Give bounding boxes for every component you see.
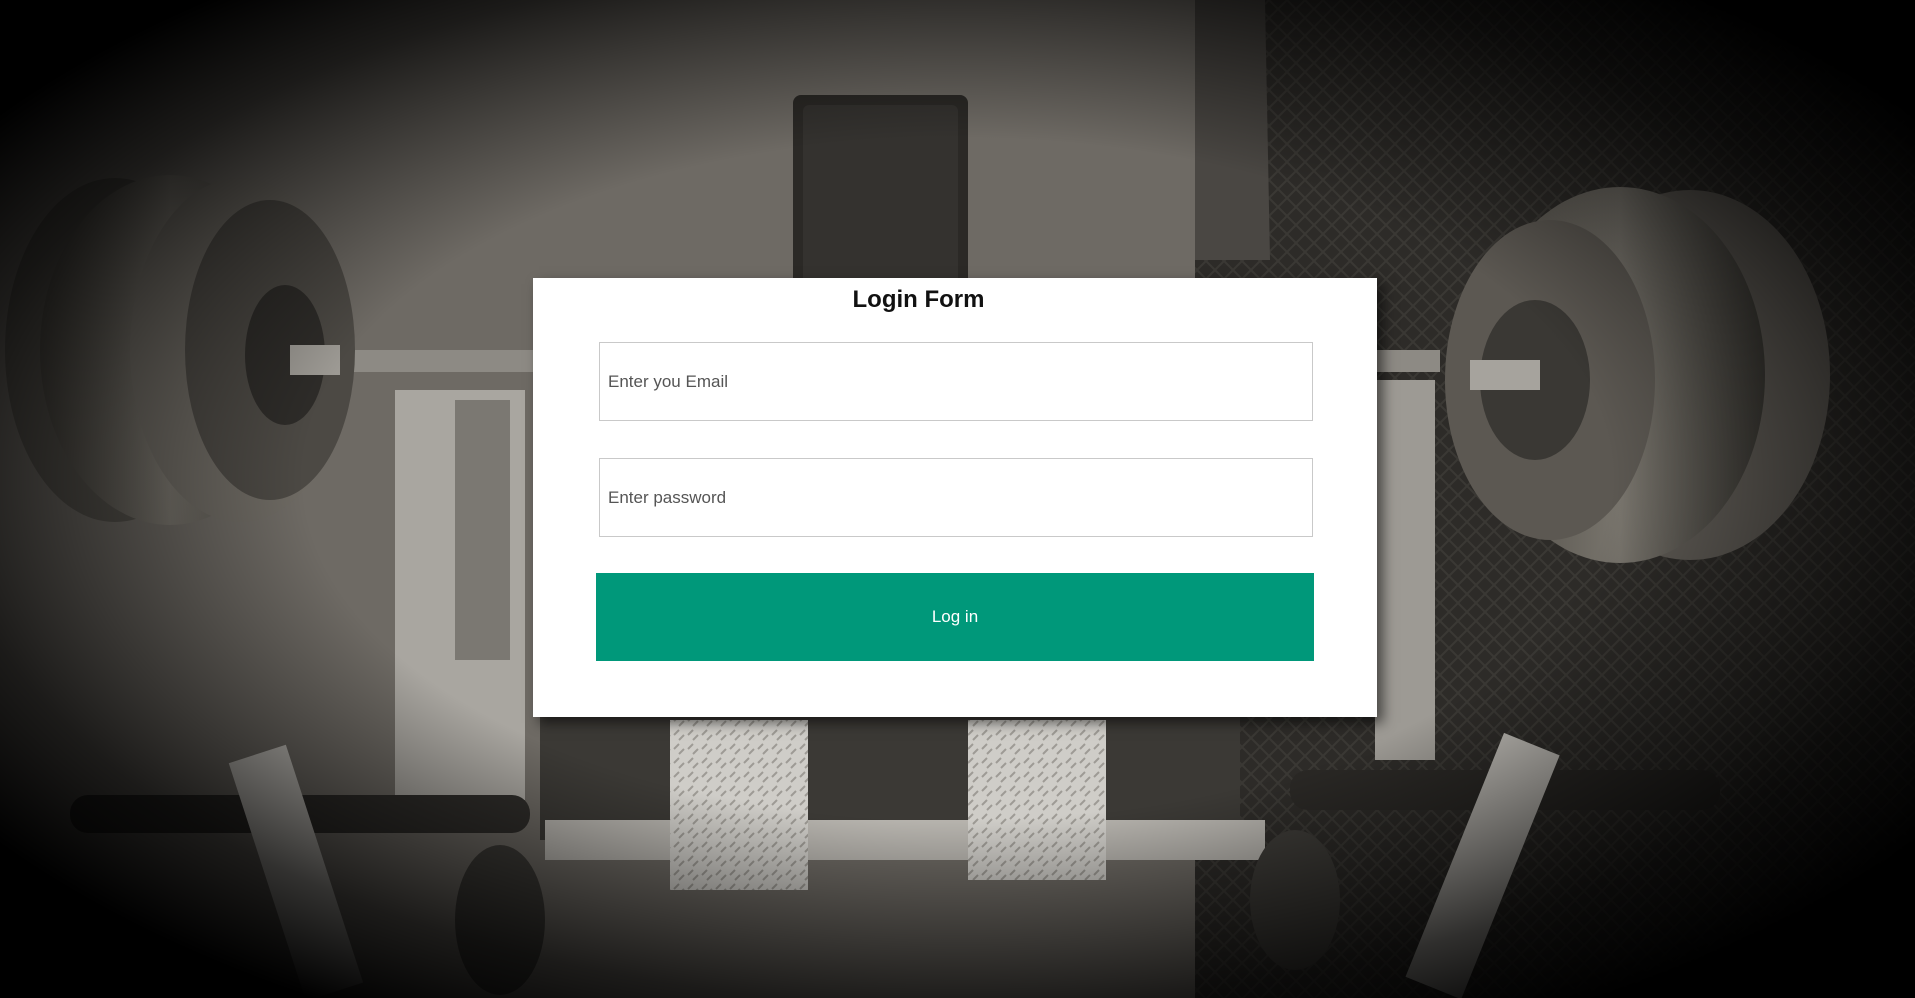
email-input[interactable] bbox=[599, 342, 1313, 421]
password-input[interactable] bbox=[599, 458, 1313, 537]
login-button[interactable]: Log in bbox=[596, 573, 1314, 661]
login-form-card: Login Form Log in bbox=[533, 278, 1377, 717]
login-form-title: Login Form bbox=[852, 286, 985, 313]
